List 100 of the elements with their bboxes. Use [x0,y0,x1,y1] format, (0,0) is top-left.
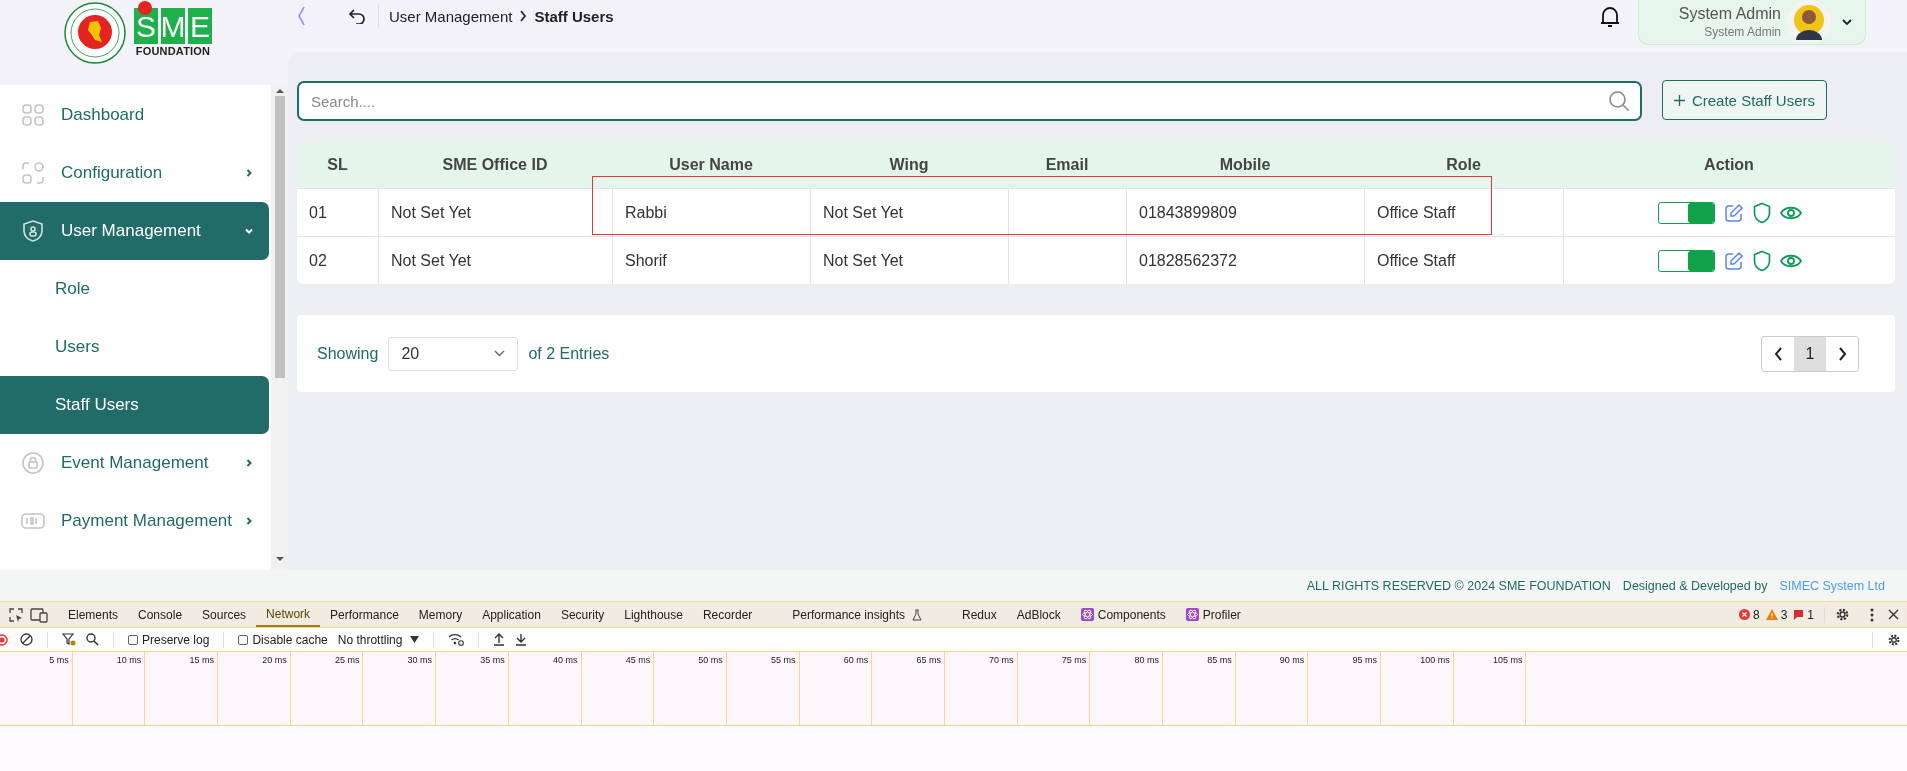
devtools-tab[interactable]: Performance insights [782,602,933,627]
table-cell: Not Set Yet [391,251,472,270]
devtools-tab[interactable]: Elements [58,602,129,627]
devtools-tab[interactable]: Lighthouse [614,602,693,627]
scrollbar-thumb[interactable] [274,96,285,378]
devtools-tab[interactable]: Recorder [692,602,763,627]
devtools-tab[interactable]: Components [1070,602,1176,627]
devtools-tab[interactable]: Profiler [1175,602,1251,627]
eye-icon[interactable] [1779,204,1802,221]
breadcrumb-chevron-icon [519,10,528,22]
timeline-tick-label: 65 ms [916,655,941,665]
devtools-tab[interactable]: Memory [408,602,473,627]
shield-icon [21,219,45,243]
upload-icon[interactable] [493,633,506,646]
sidebar-item[interactable]: Configuration [0,144,269,202]
settings-icon[interactable] [1835,607,1850,622]
table-cell: 01 [309,203,327,222]
plus-icon [1673,94,1685,106]
table-cell: 01843899809 [1139,203,1237,222]
timeline-tick-label: 30 ms [407,655,433,665]
table-cell: Not Set Yet [391,203,472,222]
checkbox[interactable] [238,634,249,645]
devtools-tab[interactable]: Application [472,602,551,627]
sidebar-item[interactable]: Dashboard [0,86,269,144]
edit-icon[interactable] [1723,250,1744,271]
flask-icon [912,608,923,621]
issue-flag-icon [1793,609,1805,620]
status-toggle[interactable] [1657,201,1715,224]
checkbox-label: Disable cache [252,632,328,647]
devtools-tab[interactable]: Sources [192,602,257,627]
inspect-icon [8,606,24,623]
credit-text: Designed & Developed by [1622,578,1768,593]
eye-icon[interactable] [1779,252,1802,269]
shapes-icon [21,161,45,185]
timeline-tick-label: 40 ms [553,655,578,665]
record-icon[interactable] [0,633,10,646]
table-cell: Shorif [625,251,667,270]
column-header: SME Office ID [442,156,548,174]
column-header: Email [1045,156,1089,174]
page-size-select[interactable]: 20 [388,336,519,371]
bell-icon[interactable] [1600,5,1620,29]
user-menu[interactable]: System Admin System Admin [1638,0,1866,45]
devtools-tab[interactable]: Redux [952,602,1007,627]
search-icon [1608,90,1630,112]
sidebar-item[interactable]: Event Management [0,434,269,492]
sidebar-item[interactable]: Staff Users [0,376,269,434]
sidebar-item[interactable]: Users [0,318,269,376]
chevron-right-icon [1837,346,1847,361]
search-field[interactable]: Search.... [297,81,1642,121]
chevron-icon [245,227,253,235]
devtools-tab[interactable]: Performance [320,602,409,627]
error-icon [1738,609,1750,620]
close-icon[interactable] [1888,609,1899,620]
page-button[interactable]: 1 [1794,336,1826,371]
more-icon[interactable] [1870,607,1874,622]
clear-icon[interactable] [20,633,33,646]
devtools-tab[interactable]: AdBlock [1006,602,1071,627]
filter-icon[interactable] [62,633,76,646]
timeline-tick-label: 70 ms [989,655,1014,665]
issue-count: 1 [1807,607,1814,622]
timeline-tick-label: 5 ms [49,655,69,665]
logo-letter: E [188,8,212,44]
edit-icon[interactable] [1723,202,1744,223]
sidebar-item[interactable]: User Management [0,202,269,260]
copyright-text: ALL RIGHTS RESERVED © 2024 SME FOUNDATION [1306,578,1611,593]
timeline-tick-label: 100 ms [1420,655,1450,665]
dropdown-chevron-icon [1841,18,1853,26]
create-staff-users-button[interactable]: Create Staff Users [1662,80,1827,120]
logo-subtext: FOUNDATION [135,45,211,57]
throttling-select[interactable]: No throttling [337,632,420,647]
user-role: System Admin [1704,25,1781,39]
user-name: System Admin [1678,5,1781,23]
logo-letter: M [161,8,185,44]
table-cell: 02 [309,251,327,270]
devtools-tab[interactable]: Security [550,602,615,627]
react-icon [1080,608,1094,621]
column-header: Mobile [1219,156,1271,174]
shield-icon[interactable] [1752,201,1771,224]
download-icon[interactable] [515,633,528,646]
sidebar-item[interactable]: Payment Management [0,492,269,550]
devtools-tab[interactable]: Console [128,602,193,627]
search-icon[interactable] [86,633,99,646]
timeline-tick-label: 95 ms [1352,655,1378,665]
network-conditions-icon[interactable] [448,633,465,646]
timeline-tick-label: 85 ms [1207,655,1232,665]
timeline-tick-label: 45 ms [625,655,651,665]
entries-count: of 2 Entries [528,344,610,363]
avatar-icon [1787,0,1831,44]
sidebar-item[interactable]: Role [0,260,269,318]
breadcrumb-current: Staff Users [534,7,614,25]
chevron-left-icon [1773,346,1783,361]
status-toggle[interactable] [1657,249,1715,272]
shield-icon[interactable] [1752,249,1771,272]
breadcrumb-link[interactable]: User Management [389,7,513,25]
chevron-down-icon [494,350,506,357]
column-header: User Name [669,156,753,174]
checkbox[interactable] [128,634,138,645]
table-cell: Not Set Yet [823,251,904,270]
device-toolbar-icon [30,606,48,623]
settings-icon[interactable] [1887,632,1901,647]
